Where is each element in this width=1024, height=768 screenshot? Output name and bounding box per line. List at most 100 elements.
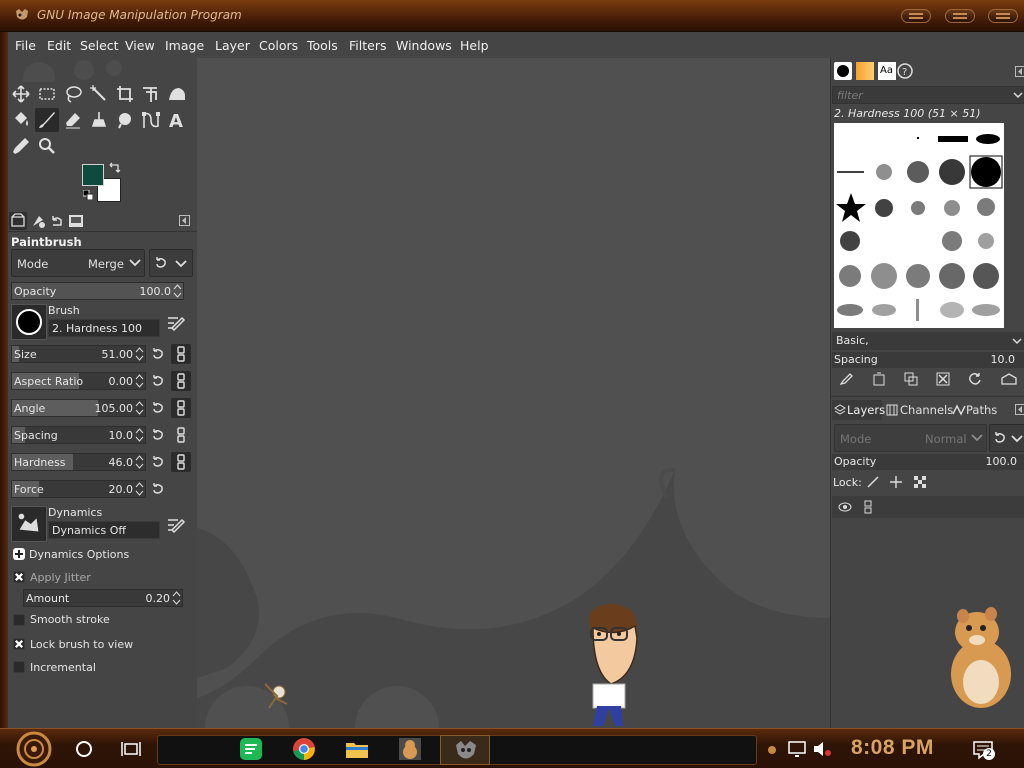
layer-opacity-slider[interactable]: Opacity 100.0 <box>832 454 1024 470</box>
visibility-eye-icon[interactable] <box>838 501 852 513</box>
aspect-ratio-slider[interactable]: Aspect Ratio 0.00 <box>11 372 146 390</box>
text-tool-icon[interactable]: A <box>167 110 187 132</box>
file-explorer-icon[interactable] <box>345 737 369 761</box>
gimp-active-taskbar-slot[interactable] <box>440 735 490 765</box>
spin-arrows-icon[interactable] <box>135 374 144 388</box>
images-tab-icon[interactable] <box>67 212 85 230</box>
menu-help[interactable]: Help <box>460 38 489 53</box>
dock-menu-icon[interactable] <box>179 215 190 226</box>
refresh-brushes-icon[interactable] <box>968 372 982 386</box>
reset-aspect-ratio-icon[interactable] <box>150 373 166 389</box>
rect-select-tool-icon[interactable] <box>37 84 57 104</box>
spin-arrows-icon[interactable] <box>172 591 181 605</box>
brush-spacing-slider[interactable]: Spacing 10.0 <box>832 352 1024 368</box>
layer-mode-reset-combo[interactable] <box>989 424 1024 452</box>
force-slider[interactable]: Force 20.0 <box>11 480 146 498</box>
warp-transform-tool-icon[interactable] <box>167 84 187 104</box>
chain-link-icon[interactable] <box>863 500 873 514</box>
color-picker-tool-icon[interactable] <box>11 136 31 156</box>
opacity-slider[interactable]: Opacity 100.0 <box>11 282 184 300</box>
mode-combo[interactable]: Mode Merge <box>11 249 145 277</box>
chrome-icon[interactable] <box>292 737 316 761</box>
zoom-tool-icon[interactable] <box>37 136 57 156</box>
swap-colors-icon[interactable] <box>108 162 122 174</box>
menu-tools[interactable]: Tools <box>307 38 338 53</box>
dock-menu-icon[interactable] <box>1015 404 1024 415</box>
delete-brush-icon[interactable] <box>936 372 950 386</box>
spin-arrows-icon[interactable] <box>173 284 182 298</box>
dock-menu-icon[interactable] <box>1015 66 1024 77</box>
device-status-tab-icon[interactable] <box>29 212 47 230</box>
brushes-tab-icon[interactable] <box>834 62 852 80</box>
mode-reset-combo[interactable] <box>149 249 193 277</box>
show-hidden-icons-icon[interactable] <box>766 742 778 756</box>
menu-view[interactable]: View <box>125 38 155 53</box>
minimize-button[interactable] <box>901 9 931 23</box>
layer-mode-combo[interactable]: Mode Normal <box>834 424 987 452</box>
default-colors-icon[interactable] <box>83 190 93 200</box>
size-slider[interactable]: Size 51.00 <box>11 345 146 363</box>
link-aspect-ratio-icon[interactable] <box>171 371 191 391</box>
reset-size-icon[interactable] <box>150 346 166 362</box>
incremental-checkbox[interactable] <box>13 661 25 673</box>
close-button[interactable] <box>988 9 1018 23</box>
spin-arrows-icon[interactable] <box>135 428 144 442</box>
apply-jitter-checkbox[interactable] <box>13 571 25 583</box>
amount-slider[interactable]: Amount 0.20 <box>23 589 183 607</box>
brush-filter-input[interactable]: filter <box>832 86 1024 104</box>
path-tool-icon[interactable] <box>141 110 161 130</box>
link-spacing-icon[interactable] <box>171 425 191 445</box>
undo-history-tab-icon[interactable] <box>48 212 66 230</box>
menu-windows[interactable]: Windows <box>396 38 452 53</box>
duplicate-brush-icon[interactable] <box>904 372 918 386</box>
lock-position-icon[interactable] <box>889 475 903 489</box>
incremental-label[interactable]: Incremental <box>30 661 96 674</box>
crop-tool-icon[interactable] <box>115 84 135 104</box>
tab-layers[interactable]: Layers <box>832 400 885 420</box>
spin-arrows-icon[interactable] <box>135 347 144 361</box>
new-brush-icon[interactable] <box>872 372 886 386</box>
link-size-icon[interactable] <box>171 344 191 364</box>
volume-muted-icon[interactable] <box>812 740 832 758</box>
spacing-slider[interactable]: Spacing 10.0 <box>11 426 146 444</box>
menu-edit[interactable]: Edit <box>47 38 71 53</box>
edit-brush-icon[interactable] <box>840 372 854 386</box>
brush-name-field[interactable]: 2. Hardness 100 <box>48 319 160 337</box>
menu-layer[interactable]: Layer <box>215 38 250 53</box>
reset-force-icon[interactable] <box>150 481 166 497</box>
smooth-stroke-label[interactable]: Smooth stroke <box>30 613 110 626</box>
link-hardness-icon[interactable] <box>171 452 191 472</box>
fonts-tab-icon[interactable]: Aa <box>878 62 896 80</box>
smudge-tool-icon[interactable] <box>115 110 135 130</box>
lasso-tool-icon[interactable] <box>63 84 83 104</box>
tab-paths[interactable]: Paths <box>951 400 1001 420</box>
start-button-icon[interactable] <box>10 731 58 767</box>
menu-select[interactable]: Select <box>80 38 119 53</box>
brush-grid[interactable] <box>834 123 1004 328</box>
spin-arrows-icon[interactable] <box>135 401 144 415</box>
bucket-fill-tool-icon[interactable] <box>11 110 31 130</box>
expand-dynamics-options-icon[interactable] <box>13 548 25 560</box>
tool-options-tab-icon[interactable] <box>9 212 27 230</box>
maximize-button[interactable] <box>945 9 975 23</box>
foreground-color-swatch[interactable] <box>82 164 104 186</box>
edit-dynamics-icon[interactable] <box>166 517 186 535</box>
open-brush-as-image-icon[interactable] <box>1001 372 1017 386</box>
tab-channels[interactable]: Channels <box>884 400 953 420</box>
network-icon[interactable] <box>787 740 807 758</box>
image-canvas[interactable] <box>197 58 830 728</box>
hardness-slider[interactable]: Hardness 46.0 <box>11 453 146 471</box>
search-circle-icon[interactable] <box>75 740 93 758</box>
spin-arrows-icon[interactable] <box>135 482 144 496</box>
dynamics-options-label[interactable]: Dynamics Options <box>29 548 129 561</box>
menu-file[interactable]: File <box>15 38 36 53</box>
lock-alpha-icon[interactable] <box>913 475 927 489</box>
smooth-stroke-checkbox[interactable] <box>13 614 25 626</box>
clone-tool-icon[interactable] <box>89 110 109 130</box>
dynamics-name-field[interactable]: Dynamics Off <box>48 521 160 539</box>
apply-jitter-label[interactable]: Apply Jitter <box>30 571 91 584</box>
brush-preview[interactable] <box>11 304 47 340</box>
eraser-tool-icon[interactable] <box>63 110 83 130</box>
lock-pixels-icon[interactable] <box>866 475 880 489</box>
taskbar-clock[interactable]: 8:08 PM <box>851 736 934 760</box>
